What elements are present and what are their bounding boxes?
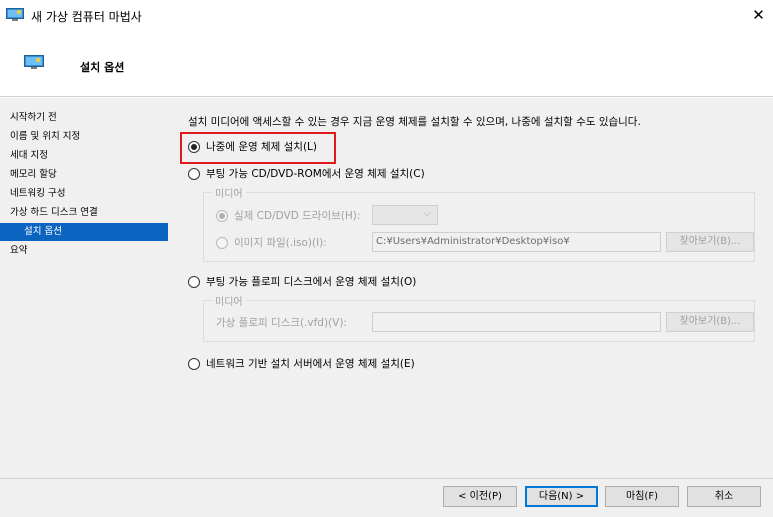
floppy-media-group: 미디어 가상 플로피 디스크(.vfd)(V): 찾아보기(B)... xyxy=(203,293,755,342)
install-cd-radio[interactable] xyxy=(188,167,200,180)
install-floppy-label: 부팅 가능 플로피 디스크에서 운영 체제 설치(O) xyxy=(206,276,417,288)
install-later-option[interactable]: 나중에 운영 체제 설치(L) xyxy=(188,139,317,154)
next-button[interactable]: 다음(N) > xyxy=(525,486,598,507)
close-button[interactable]: ✕ xyxy=(744,0,773,30)
cd-media-legend: 미디어 xyxy=(212,185,246,200)
image-file-label: 이미지 파일(.iso)(I): xyxy=(234,237,327,249)
main-panel: 설치 미디어에 액세스할 수 있는 경우 지금 운영 체제를 설치할 수 있으며… xyxy=(168,98,773,478)
install-network-label: 네트워크 기반 설치 서버에서 운영 체제 설치(E) xyxy=(206,358,415,370)
floppy-media-legend: 미디어 xyxy=(212,293,246,308)
sidebar-item-generation[interactable]: 세대 지정 xyxy=(0,147,168,165)
sidebar-item-virtual-disk[interactable]: 가상 하드 디스크 연결 xyxy=(0,204,168,222)
wizard-footer: < 이전(P) 다음(N) > 마침(F) 취소 xyxy=(0,478,773,517)
physical-drive-dropdown[interactable]: ⌵ xyxy=(372,205,438,225)
install-network-option[interactable]: 네트워크 기반 설치 서버에서 운영 체제 설치(E) xyxy=(188,356,415,371)
physical-drive-option[interactable]: 실제 CD/DVD 드라이브(H): xyxy=(216,208,360,223)
sidebar-item-networking[interactable]: 네트워킹 구성 xyxy=(0,185,168,203)
sidebar-item-installation-options[interactable]: 설치 옵션 xyxy=(0,223,168,241)
image-file-option[interactable]: 이미지 파일(.iso)(I): xyxy=(216,235,327,250)
close-icon: ✕ xyxy=(752,6,765,24)
install-floppy-option[interactable]: 부팅 가능 플로피 디스크에서 운영 체제 설치(O) xyxy=(188,274,416,289)
install-cd-option[interactable]: 부팅 가능 CD/DVD-ROM에서 운영 체제 설치(C) xyxy=(188,166,425,181)
cd-media-group: 미디어 실제 CD/DVD 드라이브(H): ⌵ 이미지 파일(.iso)(I)… xyxy=(203,185,755,262)
install-floppy-radio[interactable] xyxy=(188,275,200,288)
wizard-header: 설치 옵션 xyxy=(0,31,773,97)
physical-drive-label: 실제 CD/DVD 드라이브(H): xyxy=(234,210,361,222)
sidebar-item-memory[interactable]: 메모리 할당 xyxy=(0,166,168,184)
physical-drive-radio[interactable] xyxy=(216,209,228,222)
image-path-input[interactable]: C:¥Users¥Administrator¥Desktop¥iso¥ xyxy=(372,232,661,252)
install-later-radio[interactable] xyxy=(188,140,200,153)
install-network-radio[interactable] xyxy=(188,357,200,370)
chevron-down-icon: ⌵ xyxy=(423,208,431,219)
sidebar-item-name-location[interactable]: 이름 및 위치 지정 xyxy=(0,128,168,146)
cancel-button[interactable]: 취소 xyxy=(687,486,761,507)
monitor-icon xyxy=(24,55,44,69)
install-later-label: 나중에 운영 체제 설치(L) xyxy=(206,141,317,153)
window-title: 새 가상 컴퓨터 마법사 xyxy=(31,10,142,24)
title-bar: 새 가상 컴퓨터 마법사 ✕ xyxy=(0,0,773,31)
browse-vfd-button[interactable]: 찾아보기(B)... xyxy=(666,312,754,332)
previous-button[interactable]: < 이전(P) xyxy=(443,486,517,507)
image-file-radio[interactable] xyxy=(216,236,228,249)
vfd-label: 가상 플로피 디스크(.vfd)(V): xyxy=(216,317,347,329)
install-cd-label: 부팅 가능 CD/DVD-ROM에서 운영 체제 설치(C) xyxy=(206,168,425,180)
finish-button[interactable]: 마침(F) xyxy=(605,486,679,507)
monitor-icon xyxy=(6,8,24,21)
sidebar-item-before-you-begin[interactable]: 시작하기 전 xyxy=(0,109,168,127)
wizard-steps-sidebar: 시작하기 전 이름 및 위치 지정 세대 지정 메모리 할당 네트워킹 구성 가… xyxy=(0,98,168,478)
browse-iso-button[interactable]: 찾아보기(B)... xyxy=(666,232,754,252)
sidebar-item-summary[interactable]: 요약 xyxy=(0,242,168,260)
vfd-path-input[interactable] xyxy=(372,312,661,332)
description-text: 설치 미디어에 액세스할 수 있는 경우 지금 운영 체제를 설치할 수 있으며… xyxy=(188,116,641,128)
page-title: 설치 옵션 xyxy=(80,61,125,74)
